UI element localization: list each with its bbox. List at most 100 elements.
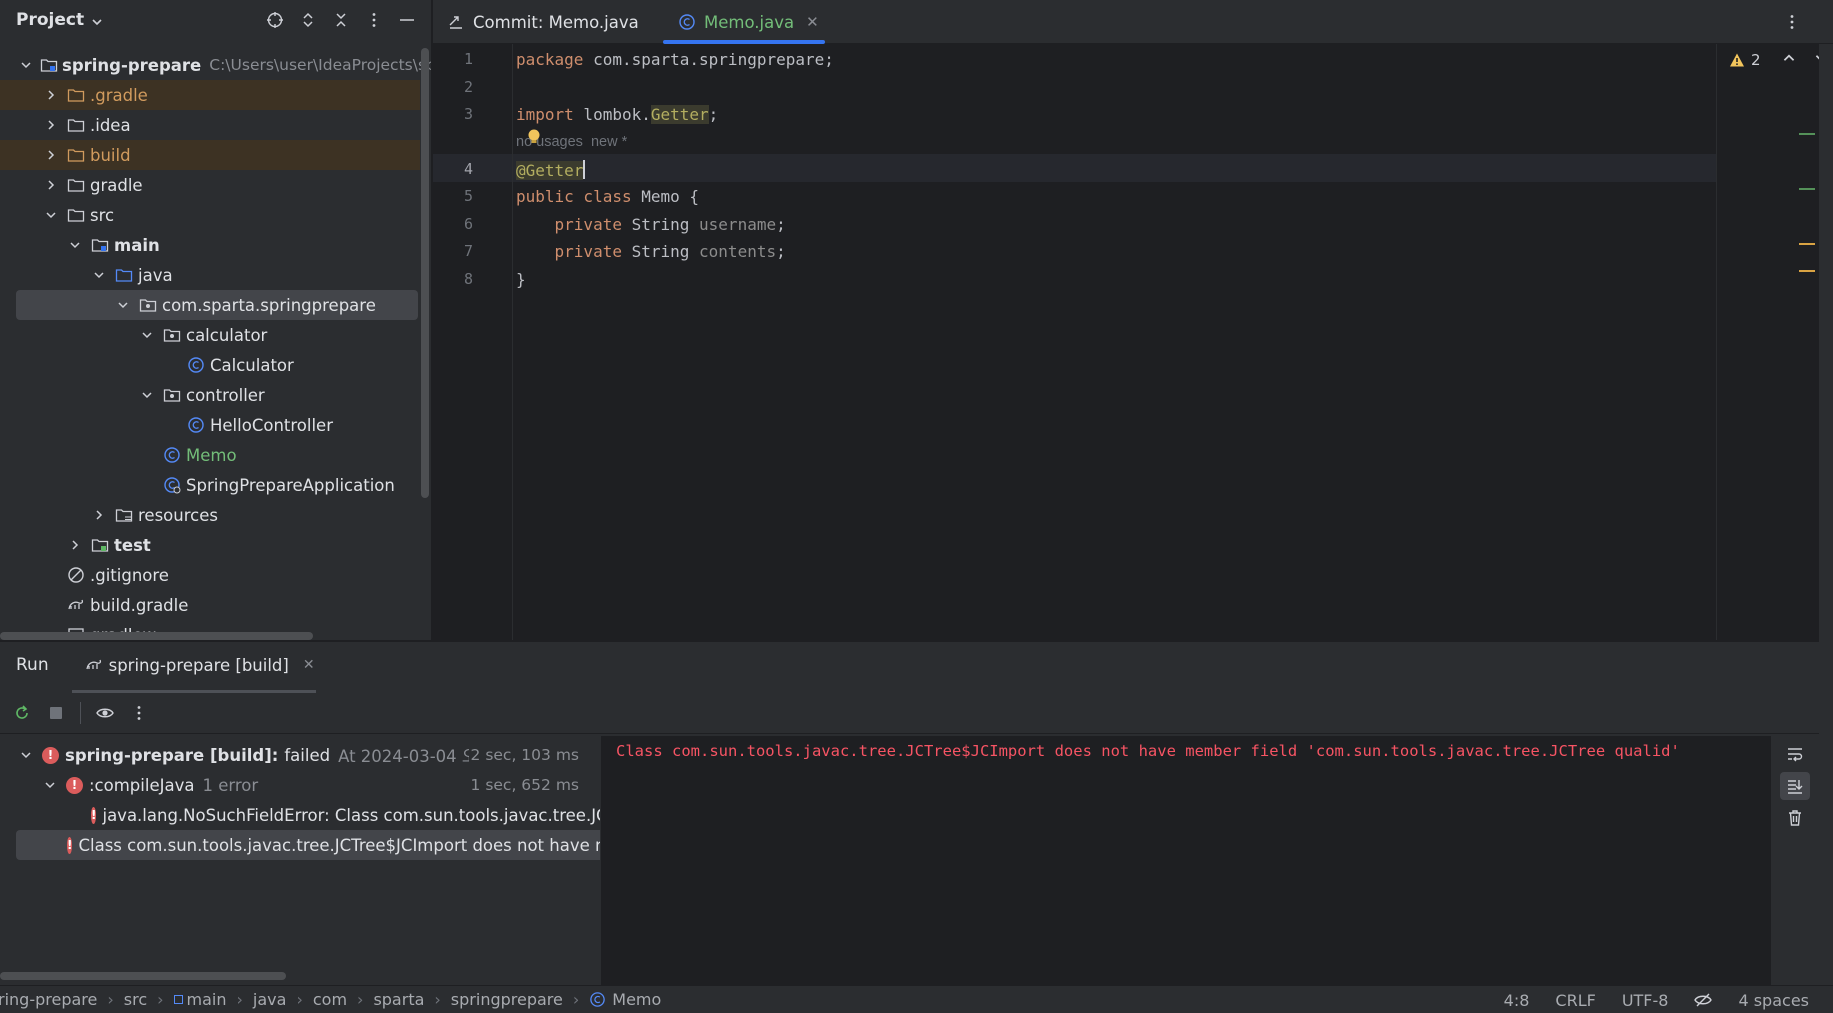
tree-item-main[interactable]: main <box>0 230 420 260</box>
chevron-right-icon[interactable] <box>92 508 106 522</box>
chevron-right-icon[interactable] <box>68 538 82 552</box>
more-options-icon[interactable] <box>357 8 390 32</box>
close-icon[interactable]: ✕ <box>806 13 819 31</box>
chevron-down-icon[interactable] <box>44 778 58 792</box>
chevron-right-icon[interactable] <box>44 88 58 102</box>
editor-more-options-icon[interactable] <box>1783 0 1809 44</box>
soft-wrap-icon[interactable] <box>1780 740 1810 768</box>
chevron-down-icon[interactable] <box>90 14 104 28</box>
tree-item-hellocontroller[interactable]: HelloController <box>0 410 420 440</box>
tree-item-path: C:\Users\user\IdeaProjects\sp <box>209 56 432 74</box>
change-marker[interactable] <box>1799 188 1815 190</box>
new-hint: new * <box>590 134 628 150</box>
scroll-to-end-icon[interactable] <box>1780 772 1810 800</box>
change-marker[interactable] <box>1799 133 1815 135</box>
package-icon <box>138 296 158 314</box>
line-number: 3 <box>463 105 473 123</box>
collapse-all-icon[interactable] <box>324 8 357 32</box>
build-results-tree: ! spring-prepare [build]: failed At 2024… <box>0 736 600 986</box>
breadcrumb-item[interactable]: Memo <box>612 990 661 1009</box>
tree-item-label: Calculator <box>210 355 294 375</box>
build-error-jcimport[interactable]: ! Class com.sun.tools.javac.tree.JCTree$… <box>16 830 600 860</box>
tree-item-calculator-class[interactable]: Calculator <box>0 350 420 380</box>
tree-item-calculator-package[interactable]: calculator <box>0 320 420 350</box>
tree-item-build[interactable]: build <box>0 140 420 170</box>
run-panel-title[interactable]: Run <box>16 655 49 675</box>
tree-item-test[interactable]: test <box>0 530 420 560</box>
view-options-icon[interactable] <box>91 699 119 727</box>
status-bar: ring-prepare › src › main › java › com ›… <box>0 985 1833 1013</box>
tree-item-gradle-cache[interactable]: .gradle <box>0 80 420 110</box>
tree-item-spring-prepare[interactable]: spring-prepare C:\Users\user\IdeaProject… <box>0 50 431 80</box>
line-number: 1 <box>463 50 473 68</box>
tab-memo-java[interactable]: Memo.java ✕ <box>678 0 819 44</box>
build-error-nosuchfield[interactable]: ! java.lang.NoSuchFieldError: Class com.… <box>0 800 600 830</box>
console-output[interactable]: Class com.sun.tools.javac.tree.JCTree$JC… <box>601 736 1771 986</box>
breadcrumb-item[interactable]: com <box>313 990 347 1009</box>
tree-item-memo[interactable]: Memo <box>0 440 420 470</box>
chevron-down-icon[interactable] <box>44 208 58 222</box>
code-line-5: public class Memo { <box>516 187 700 206</box>
chevron-down-icon[interactable] <box>116 298 130 312</box>
project-panel-header: Project <box>0 0 431 40</box>
warning-marker[interactable] <box>1799 243 1815 245</box>
breadcrumb-item[interactable]: src <box>124 990 147 1009</box>
lightbulb-icon[interactable] <box>527 128 541 146</box>
build-tree-horizontal-scrollbar[interactable] <box>0 972 286 980</box>
chevron-right-icon[interactable] <box>44 148 58 162</box>
file-encoding[interactable]: UTF-8 <box>1622 991 1669 1010</box>
breadcrumb-item[interactable]: main <box>187 990 227 1009</box>
project-horizontal-scrollbar[interactable] <box>0 632 313 640</box>
tree-item-resources[interactable]: resources <box>0 500 420 530</box>
locate-icon[interactable] <box>258 8 291 32</box>
tree-item-springprepareapplication[interactable]: SpringPrepareApplication <box>0 470 420 500</box>
rerun-icon[interactable] <box>8 699 36 727</box>
breadcrumb-item[interactable]: springprepare <box>451 990 563 1009</box>
tab-commit-memo[interactable]: Commit: Memo.java <box>447 0 639 44</box>
chevron-down-icon[interactable] <box>92 268 106 282</box>
close-icon[interactable]: ✕ <box>303 657 315 673</box>
tree-item-src[interactable]: src <box>0 200 420 230</box>
chevron-down-icon[interactable] <box>140 388 154 402</box>
ignore-file-icon <box>66 566 86 584</box>
line-separator[interactable]: CRLF <box>1555 991 1595 1010</box>
code-line-4: @Getter <box>516 160 586 180</box>
caret-position[interactable]: 4:8 <box>1504 991 1530 1010</box>
tree-item-label: java <box>138 265 173 285</box>
tree-item-package-springprepare[interactable]: com.sparta.springprepare <box>16 290 418 320</box>
chevron-down-icon[interactable] <box>68 238 82 252</box>
run-tab[interactable]: spring-prepare [build] ✕ <box>85 656 315 675</box>
build-duration: 2 sec, 103 ms <box>468 746 579 764</box>
indent-setting[interactable]: 4 spaces <box>1738 991 1809 1010</box>
minimize-icon[interactable] <box>390 8 423 32</box>
tree-item-gitignore[interactable]: .gitignore <box>0 560 420 590</box>
tree-item-controller-package[interactable]: controller <box>0 380 420 410</box>
breadcrumb-item[interactable]: ring-prepare <box>0 990 97 1009</box>
warnings-indicator[interactable]: 2 <box>1729 50 1829 70</box>
build-task-compilejava[interactable]: ! :compileJava 1 error 1 sec, 652 ms <box>0 770 600 800</box>
more-options-icon[interactable] <box>125 699 153 727</box>
tree-item-java[interactable]: java <box>0 260 420 290</box>
chevron-right-icon[interactable] <box>44 118 58 132</box>
warning-marker[interactable] <box>1799 270 1815 272</box>
trash-icon[interactable] <box>1780 804 1810 832</box>
breadcrumb-item[interactable]: sparta <box>373 990 424 1009</box>
build-result-root[interactable]: ! spring-prepare [build]: failed At 2024… <box>0 740 600 770</box>
project-panel: Project spring-prepare C:\Users\user\Ide… <box>0 0 432 640</box>
chevron-down-icon[interactable] <box>20 748 34 762</box>
tree-item-build-gradle[interactable]: build.gradle <box>0 590 420 620</box>
chevron-down-icon[interactable] <box>140 328 154 342</box>
project-panel-title[interactable]: Project <box>16 10 84 30</box>
chevron-down-icon[interactable] <box>20 58 32 72</box>
readonly-toggle-icon[interactable] <box>1694 991 1713 1009</box>
project-vertical-scrollbar[interactable] <box>421 48 429 498</box>
previous-highlight-icon[interactable] <box>1781 50 1797 70</box>
code-editor[interactable]: 1 2 3 4 5 6 7 8 package com.sparta.sprin… <box>433 44 1826 640</box>
chevron-right-icon[interactable] <box>44 178 58 192</box>
breadcrumb-item[interactable]: java <box>253 990 287 1009</box>
expand-all-icon[interactable] <box>291 8 324 32</box>
tree-item-gradle[interactable]: gradle <box>0 170 420 200</box>
chevron-right-icon: › <box>157 990 164 1009</box>
stop-icon[interactable] <box>42 699 70 727</box>
tree-item-idea[interactable]: .idea <box>0 110 420 140</box>
